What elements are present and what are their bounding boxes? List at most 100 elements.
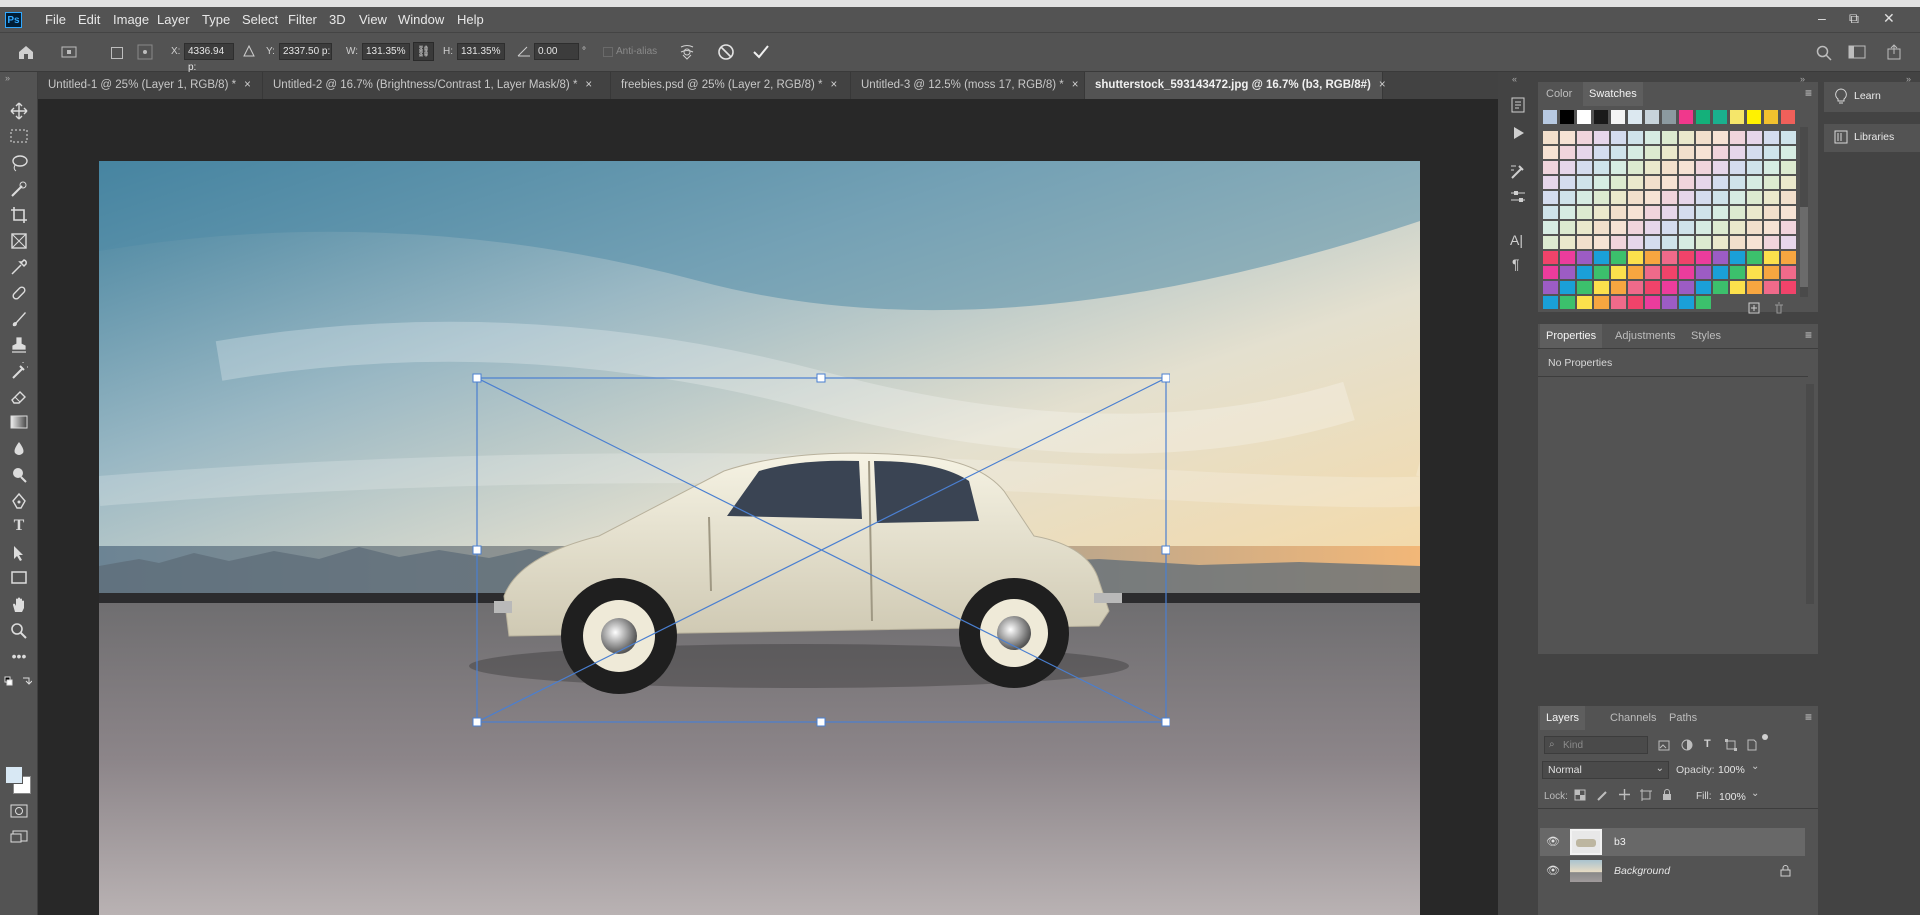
panel-menu-icon[interactable]: ≡ xyxy=(1805,328,1812,342)
swatch[interactable] xyxy=(1594,221,1609,234)
swatch[interactable] xyxy=(1713,110,1727,124)
brush-settings-icon[interactable] xyxy=(1509,162,1527,180)
swatch[interactable] xyxy=(1679,131,1694,144)
swatch[interactable] xyxy=(1764,281,1779,294)
swatch[interactable] xyxy=(1764,110,1778,124)
swatch[interactable] xyxy=(1611,236,1626,249)
tab-close-icon[interactable]: × xyxy=(1072,72,1079,99)
swatch[interactable] xyxy=(1764,176,1779,189)
swatch[interactable] xyxy=(1713,176,1728,189)
link-proportions-icon[interactable]: ⛓ xyxy=(413,42,434,61)
swatch[interactable] xyxy=(1713,191,1728,204)
visibility-eye-icon[interactable]: 👁 xyxy=(1546,864,1560,877)
swatch[interactable] xyxy=(1611,191,1626,204)
transform-handle[interactable] xyxy=(1161,373,1170,383)
swatch[interactable] xyxy=(1611,131,1626,144)
swatch[interactable] xyxy=(1679,221,1694,234)
history-brush-tool-icon[interactable] xyxy=(10,362,28,380)
swatch[interactable] xyxy=(1577,221,1592,234)
swatch[interactable] xyxy=(1560,131,1575,144)
swatch[interactable] xyxy=(1679,236,1694,249)
swatch[interactable] xyxy=(1628,161,1643,174)
tab-untitled-1[interactable]: Untitled-1 @ 25% (Layer 1, RGB/8) * × xyxy=(38,72,263,99)
swatch[interactable] xyxy=(1577,146,1592,159)
swatch[interactable] xyxy=(1781,206,1796,219)
swatch[interactable] xyxy=(1611,206,1626,219)
swatch[interactable] xyxy=(1781,221,1796,234)
swatch[interactable] xyxy=(1628,251,1643,264)
tab-freebies[interactable]: freebies.psd @ 25% (Layer 2, RGB/8) * × xyxy=(611,72,851,99)
transform-bounding-box[interactable] xyxy=(470,370,1170,730)
fill-value[interactable]: 100% xyxy=(1719,791,1746,803)
marquee-tool-icon[interactable] xyxy=(10,128,28,144)
actions-panel-icon[interactable] xyxy=(1509,124,1527,142)
menu-edit[interactable]: Edit xyxy=(78,12,100,27)
swatch[interactable] xyxy=(1594,236,1609,249)
swatch[interactable] xyxy=(1594,161,1609,174)
swatch[interactable] xyxy=(1594,206,1609,219)
swatch[interactable] xyxy=(1594,266,1609,279)
swatch[interactable] xyxy=(1645,251,1660,264)
anti-alias-checkbox[interactable] xyxy=(603,47,613,57)
hand-tool-icon[interactable] xyxy=(10,596,28,614)
swatch[interactable] xyxy=(1730,251,1745,264)
swatch[interactable] xyxy=(1560,251,1575,264)
zoom-tool-icon[interactable] xyxy=(10,622,28,640)
history-panel-icon[interactable] xyxy=(1509,96,1527,114)
swatch[interactable] xyxy=(1577,281,1592,294)
move-tool-icon[interactable] xyxy=(10,102,28,120)
swatch[interactable] xyxy=(1679,191,1694,204)
swatch[interactable] xyxy=(1781,191,1796,204)
transform-handle[interactable] xyxy=(472,545,482,555)
swatch[interactable] xyxy=(1764,206,1779,219)
swatch[interactable] xyxy=(1577,161,1592,174)
swatch[interactable] xyxy=(1662,236,1677,249)
swatch[interactable] xyxy=(1611,110,1625,124)
swatch[interactable] xyxy=(1594,296,1609,309)
lock-pixels-icon[interactable] xyxy=(1596,789,1608,801)
panel-menu-icon[interactable]: ≡ xyxy=(1805,710,1812,724)
swatch[interactable] xyxy=(1781,251,1796,264)
commit-transform-icon[interactable] xyxy=(752,43,770,61)
restore-button[interactable]: ⧉ xyxy=(1849,10,1859,27)
swatch[interactable] xyxy=(1594,176,1609,189)
clone-stamp-tool-icon[interactable] xyxy=(10,336,28,354)
share-icon[interactable] xyxy=(1886,44,1904,60)
layer-filter-field[interactable]: ⌕ Kind xyxy=(1544,736,1648,754)
swatch[interactable] xyxy=(1628,206,1643,219)
swatch[interactable] xyxy=(1628,146,1643,159)
swatch[interactable] xyxy=(1662,221,1677,234)
swatch[interactable] xyxy=(1560,110,1574,124)
swatch[interactable] xyxy=(1696,221,1711,234)
swatch[interactable] xyxy=(1560,281,1575,294)
swatch[interactable] xyxy=(1662,296,1677,309)
swatch[interactable] xyxy=(1781,131,1796,144)
panel-menu-icon[interactable]: ≡ xyxy=(1805,86,1812,100)
menu-image[interactable]: Image xyxy=(113,12,149,27)
learn-panel-button[interactable]: Learn xyxy=(1824,82,1920,112)
quick-selection-tool-icon[interactable] xyxy=(10,180,28,198)
swatch[interactable] xyxy=(1730,161,1745,174)
swatch[interactable] xyxy=(1577,176,1592,189)
transform-handle[interactable] xyxy=(1161,717,1170,727)
swatch[interactable] xyxy=(1560,236,1575,249)
lock-artboard-icon[interactable] xyxy=(1640,789,1652,801)
swatch[interactable] xyxy=(1560,266,1575,279)
expand-icon[interactable]: « xyxy=(1512,74,1517,84)
swatch[interactable] xyxy=(1560,221,1575,234)
delta-icon[interactable] xyxy=(243,45,255,57)
swatch[interactable] xyxy=(1781,161,1796,174)
lasso-tool-icon[interactable] xyxy=(10,154,28,172)
character-panel-icon[interactable]: A| xyxy=(1510,232,1523,248)
menu-3d[interactable]: 3D xyxy=(329,12,346,27)
tab-layers[interactable]: Layers xyxy=(1540,706,1586,730)
swatch[interactable] xyxy=(1696,191,1711,204)
swatch[interactable] xyxy=(1611,161,1626,174)
swatch[interactable] xyxy=(1781,281,1796,294)
swatch[interactable] xyxy=(1662,176,1677,189)
eyedropper-tool-icon[interactable] xyxy=(10,258,28,276)
swatch[interactable] xyxy=(1628,221,1643,234)
swatch[interactable] xyxy=(1764,131,1779,144)
swatch[interactable] xyxy=(1696,251,1711,264)
swatch[interactable] xyxy=(1713,146,1728,159)
